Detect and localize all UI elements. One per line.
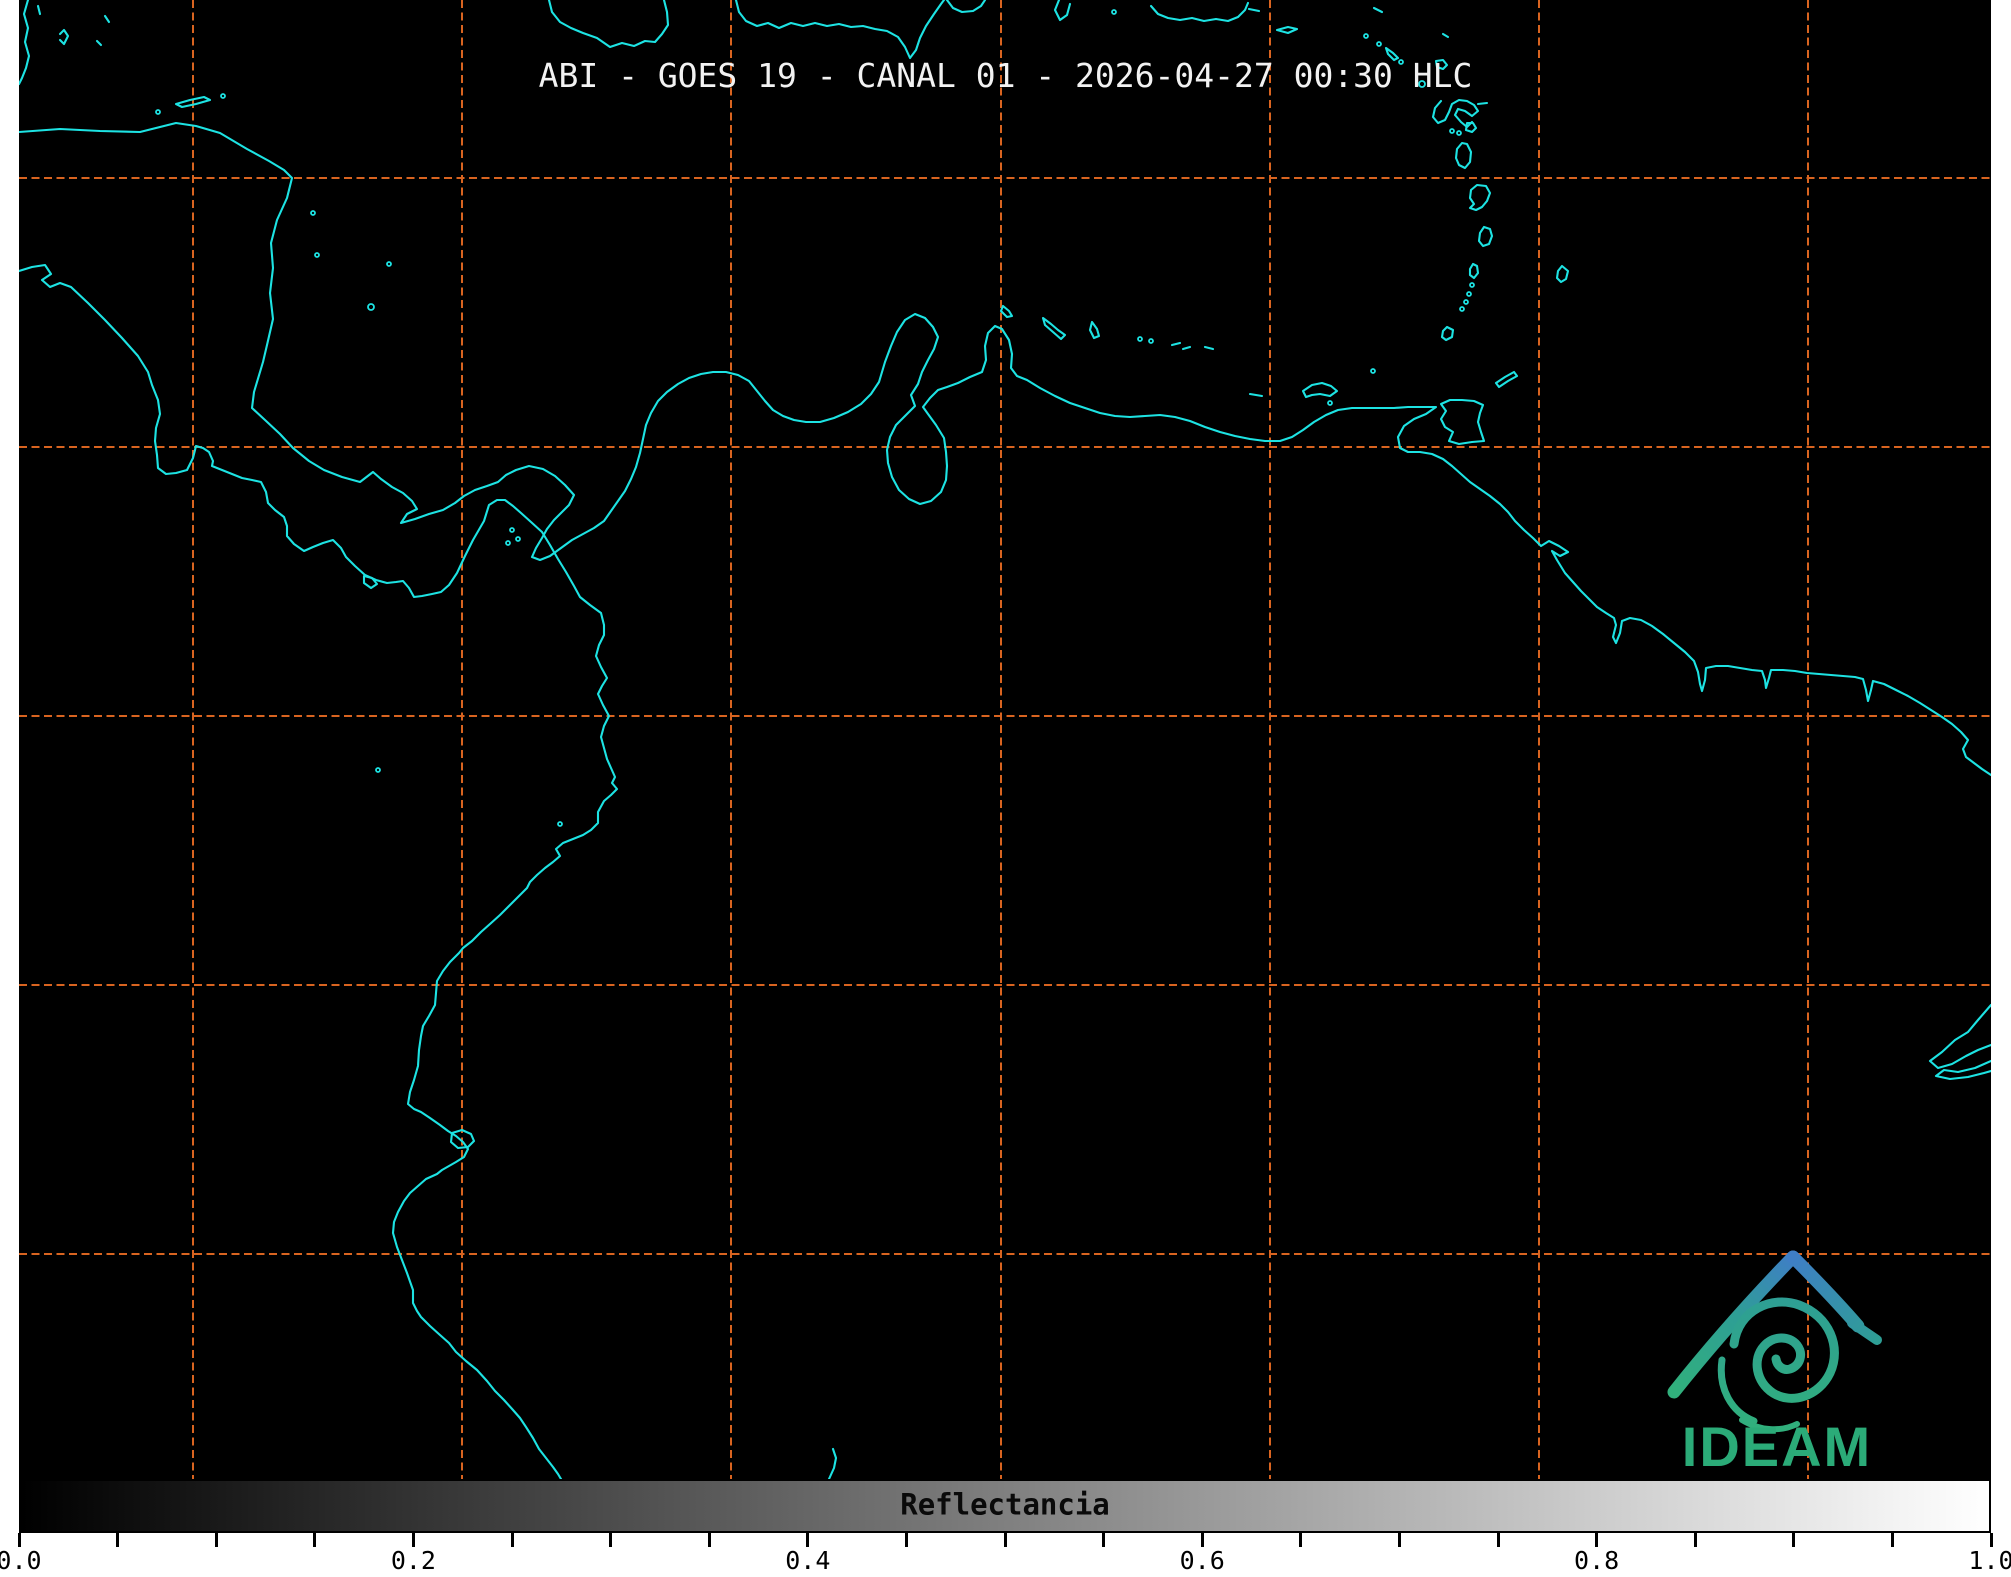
reflectance-colorbar: Reflectancia — [19, 1479, 1991, 1533]
colorbar-tick — [116, 1533, 119, 1547]
colorbar-tick-label: 0.8 — [1574, 1546, 1619, 1575]
colorbar-tick — [1398, 1533, 1401, 1547]
colorbar-tick — [905, 1533, 908, 1547]
satellite-map: IDEAM ABI - GOES 19 - CANAL 01 - 2026-04… — [0, 0, 2011, 1479]
colorbar-tick — [1792, 1533, 1795, 1547]
colorbar-tick — [313, 1533, 316, 1547]
colorbar-tick — [215, 1533, 218, 1547]
map-title: ABI - GOES 19 - CANAL 01 - 2026-04-27 00… — [0, 56, 2011, 95]
colorbar-tick — [1299, 1533, 1302, 1547]
colorbar-tick — [708, 1533, 711, 1547]
colorbar-tick — [1694, 1533, 1697, 1547]
colorbar-tick-label: 0.4 — [785, 1546, 830, 1575]
colorbar-tick — [1004, 1533, 1007, 1547]
colorbar-label: Reflectancia — [21, 1488, 1989, 1522]
colorbar-tick-label: 0.6 — [1180, 1546, 1225, 1575]
colorbar-tick — [1497, 1533, 1500, 1547]
colorbar-tick — [1990, 1533, 1993, 1547]
colorbar-tick — [511, 1533, 514, 1547]
colorbar-tick — [412, 1533, 415, 1547]
colorbar-tick — [609, 1533, 612, 1547]
coastline-desirade — [1478, 103, 1487, 104]
colorbar-tick-label: 0.2 — [391, 1546, 436, 1575]
colorbar-tick — [1102, 1533, 1105, 1547]
ideam-logo-text: IDEAM — [1682, 1415, 1872, 1478]
map-background — [19, 0, 1991, 1479]
colorbar-tick — [1595, 1533, 1598, 1547]
screenshot-root: { "title": { "text": "ABI - GOES 19 - CA… — [0, 0, 2011, 1577]
colorbar-tick — [1891, 1533, 1894, 1547]
colorbar-tick — [806, 1533, 809, 1547]
colorbar-tick — [1201, 1533, 1204, 1547]
colorbar-tick-label: 1.0 — [1968, 1546, 2011, 1575]
colorbar-tick-label: 0.0 — [0, 1546, 42, 1575]
map-canvas: IDEAM — [0, 0, 2011, 1479]
colorbar-tick — [18, 1533, 21, 1547]
